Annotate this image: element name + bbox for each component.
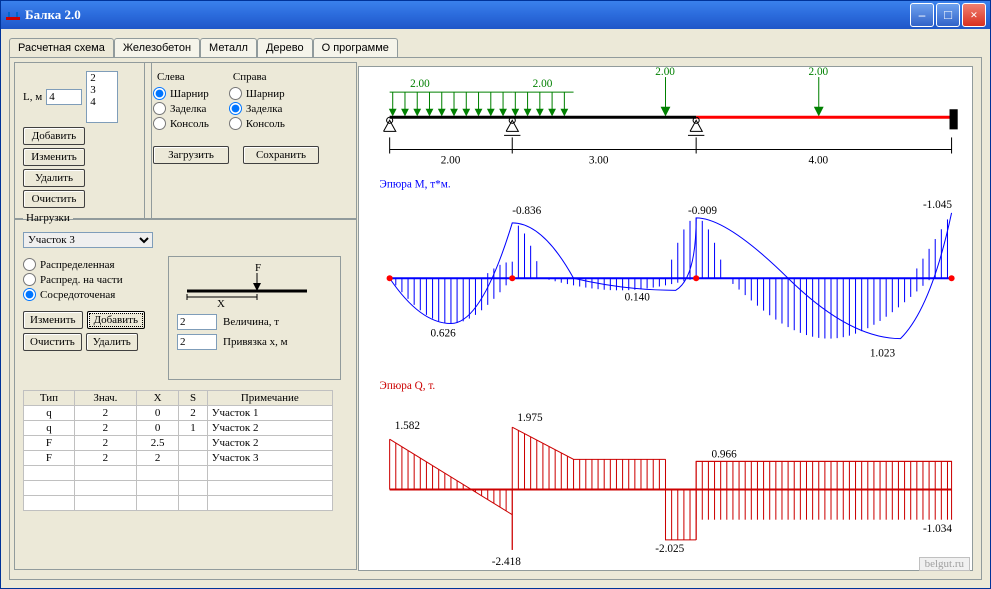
loads-table[interactable]: Тип Знач. X S Примечание q202Участок 1q2… — [23, 390, 333, 511]
table-row[interactable] — [24, 466, 333, 481]
col-value[interactable]: Знач. — [74, 391, 136, 406]
table-row[interactable]: F22Участок 3 — [24, 451, 333, 466]
load-diagram-group: F X Величина, т — [168, 256, 341, 380]
svg-text:0.966: 0.966 — [711, 448, 737, 460]
spans-group: L, м 2 3 4 Добавить Изменить Удалить Очи… — [14, 62, 152, 220]
loads-legend: Нагрузки — [23, 212, 73, 224]
span-length-input[interactable] — [46, 89, 82, 105]
loads-group: Нагрузки Участок 3 Распределенная Распре… — [14, 212, 357, 570]
svg-text:X: X — [217, 298, 225, 309]
list-item[interactable]: 4 — [87, 96, 117, 108]
svg-text:-0.836: -0.836 — [512, 205, 541, 217]
offset-input[interactable] — [177, 334, 217, 350]
close-button[interactable]: × — [962, 3, 986, 27]
tab-scheme[interactable]: Расчетная схема — [9, 38, 114, 58]
svg-text:-2.025: -2.025 — [655, 543, 684, 555]
section-select[interactable]: Участок 3 — [23, 232, 153, 248]
load-add-button[interactable]: Добавить — [87, 311, 145, 329]
load-partial-radio[interactable]: Распред. на части — [23, 273, 158, 286]
magnitude-input[interactable] — [177, 314, 217, 330]
tab-concrete[interactable]: Железобетон — [114, 38, 200, 58]
table-row[interactable] — [24, 496, 333, 511]
svg-text:2.00: 2.00 — [533, 78, 553, 90]
tab-metal[interactable]: Металл — [200, 38, 257, 58]
svg-text:4.00: 4.00 — [809, 155, 829, 167]
left-fixed-radio[interactable]: Заделка — [153, 102, 209, 115]
list-item[interactable]: 2 — [87, 72, 117, 84]
load-diagram-icon: F X — [177, 261, 317, 309]
list-item[interactable]: 3 — [87, 84, 117, 96]
minimize-button[interactable]: – — [910, 3, 934, 27]
maximize-button[interactable]: □ — [936, 3, 960, 27]
load-conc-radio[interactable]: Сосредоточеная — [23, 288, 158, 301]
app-window: Балка 2.0 – □ × Расчетная схема Железобе… — [0, 0, 991, 589]
load-edit-button[interactable]: Изменить — [23, 311, 83, 329]
span-length-label: L, м — [23, 91, 42, 103]
col-s[interactable]: S — [179, 391, 207, 406]
col-note[interactable]: Примечание — [207, 391, 332, 406]
svg-text:F: F — [255, 262, 261, 274]
right-support-label: Справа — [233, 71, 285, 83]
svg-text:0.140: 0.140 — [625, 291, 651, 303]
supports-group: Слева Шарнир Заделка Консоль Справа Шарн… — [144, 62, 357, 220]
load-del-button[interactable]: Удалить — [86, 333, 138, 351]
app-title: Балка 2.0 — [25, 7, 81, 23]
watermark: belgut.ru — [919, 557, 970, 571]
svg-text:3.00: 3.00 — [589, 155, 609, 167]
moment-title: Эпюра M, т*м. — [379, 179, 450, 191]
shear-title: Эпюра Q, т. — [379, 380, 435, 392]
diagram-canvas: 2.00 2.00 2.00 2.00 — [358, 66, 973, 571]
magnitude-label: Величина, т — [223, 316, 279, 328]
save-button[interactable]: Сохранить — [243, 146, 319, 164]
table-row[interactable] — [24, 481, 333, 496]
title-bar: Балка 2.0 – □ × — [1, 1, 990, 29]
tab-wood[interactable]: Дерево — [257, 38, 313, 58]
svg-text:-2.418: -2.418 — [492, 556, 521, 568]
svg-text:2.00: 2.00 — [441, 155, 461, 167]
load-dist-radio[interactable]: Распределенная — [23, 258, 158, 271]
svg-text:1.582: 1.582 — [395, 420, 420, 432]
right-cons-radio[interactable]: Консоль — [229, 117, 285, 130]
table-row[interactable]: F22.5Участок 2 — [24, 436, 333, 451]
load-clear-button[interactable]: Очистить — [23, 333, 82, 351]
right-hinge-radio[interactable]: Шарнир — [229, 87, 285, 100]
svg-text:1.975: 1.975 — [517, 412, 543, 424]
load-button[interactable]: Загрузить — [153, 146, 229, 164]
svg-text:2.00: 2.00 — [410, 78, 430, 90]
svg-text:-1.045: -1.045 — [923, 199, 952, 211]
span-del-button[interactable]: Удалить — [23, 169, 85, 187]
col-type[interactable]: Тип — [24, 391, 75, 406]
tab-panel: L, м 2 3 4 Добавить Изменить Удалить Очи… — [9, 57, 982, 580]
spans-listbox[interactable]: 2 3 4 — [86, 71, 118, 123]
left-support-label: Слева — [157, 71, 209, 83]
right-fixed-radio[interactable]: Заделка — [229, 102, 285, 115]
left-hinge-radio[interactable]: Шарнир — [153, 87, 209, 100]
svg-text:1.023: 1.023 — [870, 348, 896, 360]
svg-text:-0.909: -0.909 — [688, 205, 717, 217]
beam-scheme: 2.00 2.00 2.00 2.00 — [384, 67, 958, 167]
left-cons-radio[interactable]: Консоль — [153, 117, 209, 130]
table-row[interactable]: q201Участок 2 — [24, 421, 333, 436]
app-icon — [5, 7, 21, 23]
tab-about[interactable]: О программе — [313, 38, 398, 58]
span-edit-button[interactable]: Изменить — [23, 148, 85, 166]
svg-text:2.00: 2.00 — [655, 67, 675, 78]
table-row[interactable]: q202Участок 1 — [24, 406, 333, 421]
svg-text:-1.034: -1.034 — [923, 523, 952, 535]
svg-text:0.626: 0.626 — [431, 328, 457, 340]
span-clear-button[interactable]: Очистить — [23, 190, 85, 208]
offset-label: Привязка x, м — [223, 336, 288, 348]
span-add-button[interactable]: Добавить — [23, 127, 85, 145]
tab-strip: Расчетная схема Железобетон Металл Дерев… — [9, 37, 982, 57]
svg-text:2.00: 2.00 — [809, 67, 829, 78]
col-x[interactable]: X — [136, 391, 179, 406]
